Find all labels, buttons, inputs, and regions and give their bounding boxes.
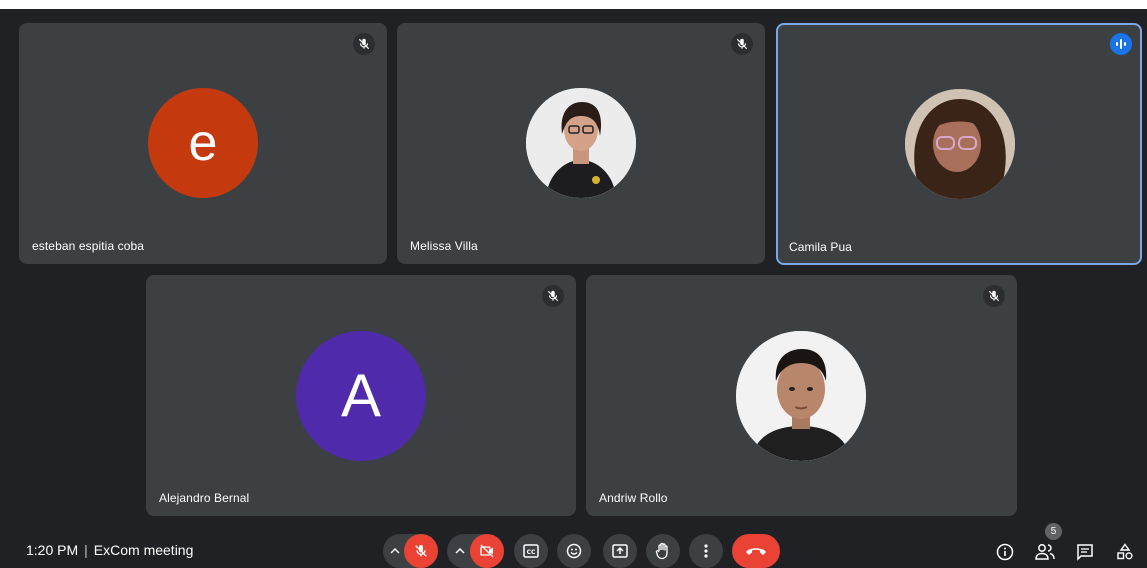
microphone-toggle-button[interactable]	[404, 534, 438, 568]
participant-tile[interactable]: A Alejandro Bernal	[146, 275, 576, 516]
audio-level-icon	[1116, 39, 1126, 49]
avatar: A	[296, 331, 426, 461]
people-icon	[1035, 544, 1055, 560]
leave-call-button[interactable]	[732, 534, 780, 568]
mic-off-icon	[988, 290, 1000, 302]
mic-off-icon	[736, 38, 748, 50]
people-count-badge: 5	[1045, 523, 1062, 540]
meeting-controls-bar: 1:20 PM | ExCom meeting CC	[0, 528, 1147, 568]
mic-off-icon	[358, 38, 370, 50]
svg-text:CC: CC	[527, 549, 536, 556]
mic-off-icon	[415, 545, 427, 557]
participant-tile[interactable]: e esteban espitia coba	[19, 23, 387, 264]
video-options-caret[interactable]	[454, 546, 466, 556]
participant-name: Andriw Rollo	[599, 491, 668, 505]
profile-photo	[736, 331, 866, 461]
meeting-info-button[interactable]	[993, 540, 1017, 564]
participant-name: Camila Pua	[789, 240, 853, 254]
participant-tile-active-speaker[interactable]: Camila Pua	[776, 23, 1142, 265]
meeting-details: 1:20 PM | ExCom meeting	[26, 542, 193, 558]
chat-icon	[1077, 544, 1093, 561]
participant-name: Alejandro Bernal	[159, 491, 250, 505]
profile-photo	[905, 89, 1015, 199]
present-now-button[interactable]	[603, 534, 637, 568]
mic-off-icon	[547, 290, 559, 302]
participant-tile[interactable]: Melissa Villa	[397, 23, 765, 264]
people-button[interactable]	[1033, 540, 1057, 564]
profile-photo	[526, 88, 636, 198]
speaking-indicator	[1110, 33, 1132, 55]
reactions-button[interactable]	[557, 534, 591, 568]
end-call-icon	[746, 548, 766, 555]
camera-off-icon	[480, 544, 494, 558]
chevron-up-icon	[390, 547, 400, 554]
window-top-strip	[0, 0, 1147, 9]
audio-options-caret[interactable]	[389, 546, 401, 556]
avatar: e	[148, 88, 258, 198]
mic-muted-indicator	[731, 33, 753, 55]
more-options-button[interactable]	[689, 534, 723, 568]
captions-button[interactable]: CC	[514, 534, 548, 568]
mic-muted-indicator	[353, 33, 375, 55]
chat-button[interactable]	[1073, 540, 1097, 564]
raise-hand-icon	[655, 542, 668, 560]
participant-tile[interactable]: Andriw Rollo	[586, 275, 1017, 516]
mic-muted-indicator	[983, 285, 1005, 307]
separator: |	[84, 542, 88, 558]
emoji-icon	[566, 543, 582, 559]
participant-name: esteban espitia coba	[32, 239, 145, 253]
raise-hand-button[interactable]	[646, 534, 680, 568]
avatar-initial: A	[340, 362, 382, 429]
meeting-time: 1:20 PM	[26, 542, 79, 558]
meeting-title: ExCom meeting	[93, 542, 194, 558]
info-icon	[996, 543, 1014, 561]
mic-muted-indicator	[542, 285, 564, 307]
present-screen-icon	[612, 544, 628, 558]
more-options-icon	[704, 544, 708, 558]
participant-name: Melissa Villa	[410, 239, 478, 253]
chevron-up-icon	[455, 547, 465, 554]
avatar-initial: e	[188, 114, 218, 172]
activities-icon	[1117, 543, 1133, 560]
camera-toggle-button[interactable]	[470, 534, 504, 568]
activities-button[interactable]	[1113, 540, 1137, 564]
closed-captions-icon: CC	[523, 544, 539, 558]
